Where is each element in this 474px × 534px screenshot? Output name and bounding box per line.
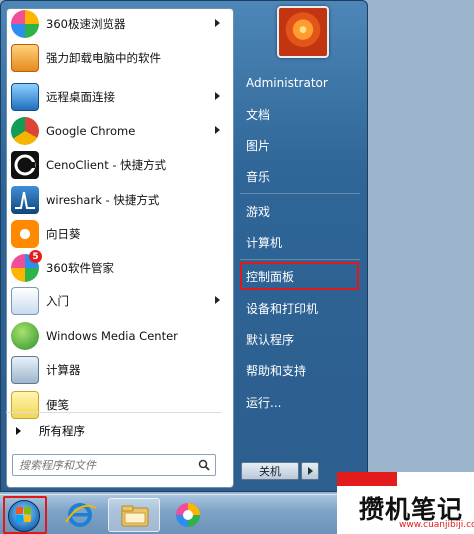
search-icon[interactable] bbox=[193, 455, 215, 475]
360-browser-icon bbox=[176, 503, 200, 527]
360-software-manager-icon: 5 bbox=[11, 250, 42, 282]
taskbar-explorer-button[interactable] bbox=[108, 498, 160, 532]
watermark-url: www.cuanjibiji.com bbox=[399, 520, 474, 530]
notification-badge: 5 bbox=[29, 250, 42, 263]
program-label: 计算器 bbox=[46, 363, 81, 377]
all-programs-label: 所有程序 bbox=[39, 424, 85, 438]
program-item[interactable]: wireshark - 快捷方式 bbox=[6, 184, 230, 216]
submenu-arrow-icon[interactable] bbox=[215, 92, 220, 100]
program-label: 强力卸载电脑中的软件 bbox=[46, 51, 161, 65]
expand-arrow-icon bbox=[16, 427, 21, 435]
program-item[interactable]: Windows Media Center bbox=[6, 320, 230, 352]
sunflower-icon bbox=[11, 220, 39, 248]
search-box[interactable] bbox=[12, 454, 216, 476]
right-item-computer[interactable]: 计算机 bbox=[240, 229, 362, 255]
shutdown-button[interactable]: 关机 bbox=[241, 462, 299, 480]
divider bbox=[6, 412, 222, 413]
program-label: 入门 bbox=[46, 294, 69, 308]
program-item[interactable]: 计算器 bbox=[6, 354, 230, 386]
shutdown-options-button[interactable] bbox=[301, 462, 319, 480]
program-item[interactable]: Google Chrome bbox=[6, 115, 230, 147]
program-item[interactable]: 向日葵 bbox=[6, 218, 230, 250]
program-item[interactable]: 便笺 bbox=[6, 389, 230, 421]
internet-explorer-icon bbox=[65, 503, 97, 527]
program-label: CenoClient - 快捷方式 bbox=[46, 158, 167, 172]
getting-started-icon bbox=[11, 287, 39, 315]
program-label: Google Chrome bbox=[46, 124, 136, 138]
right-item-help-support[interactable]: 帮助和支持 bbox=[240, 357, 362, 383]
program-label: 便笺 bbox=[46, 398, 69, 412]
program-item[interactable]: 360极速浏览器 bbox=[6, 8, 230, 40]
user-name[interactable]: Administrator bbox=[240, 70, 362, 96]
program-item[interactable]: 远程桌面连接 bbox=[6, 81, 230, 113]
submenu-arrow-icon[interactable] bbox=[215, 19, 220, 27]
wireshark-icon bbox=[11, 186, 39, 214]
program-item[interactable]: 强力卸载电脑中的软件 bbox=[6, 42, 230, 74]
program-label: 360软件管家 bbox=[46, 261, 114, 275]
folder-icon bbox=[121, 505, 149, 527]
program-label: wireshark - 快捷方式 bbox=[46, 193, 160, 207]
chrome-icon bbox=[11, 117, 39, 145]
right-item-run[interactable]: 运行... bbox=[240, 389, 362, 415]
watermark: 攒机笔记 www.cuanjibiji.com bbox=[337, 472, 474, 534]
user-avatar[interactable] bbox=[277, 6, 329, 58]
media-center-icon bbox=[11, 322, 39, 350]
right-item-music[interactable]: 音乐 bbox=[240, 163, 362, 189]
program-label: Windows Media Center bbox=[46, 329, 178, 343]
search-input[interactable] bbox=[19, 456, 193, 474]
taskbar-ie-button[interactable] bbox=[54, 498, 106, 532]
program-label: 360极速浏览器 bbox=[46, 17, 126, 31]
program-item[interactable]: 入门 bbox=[6, 285, 230, 317]
divider bbox=[240, 259, 360, 260]
360-browser-icon bbox=[11, 10, 39, 38]
cenoclient-icon bbox=[11, 151, 39, 179]
program-item[interactable]: 5 360软件管家 bbox=[6, 250, 230, 284]
taskbar-360-browser-button[interactable] bbox=[162, 498, 214, 532]
calculator-icon bbox=[11, 356, 39, 384]
right-item-default-programs[interactable]: 默认程序 bbox=[240, 326, 362, 352]
program-label: 向日葵 bbox=[46, 227, 81, 241]
all-programs-button[interactable]: 所有程序 bbox=[2, 420, 226, 442]
watermark-accent bbox=[337, 472, 397, 486]
right-item-pictures[interactable]: 图片 bbox=[240, 132, 362, 158]
program-item[interactable]: CenoClient - 快捷方式 bbox=[6, 149, 230, 181]
sticky-notes-icon bbox=[11, 391, 39, 419]
program-label: 远程桌面连接 bbox=[46, 90, 115, 104]
uninstall-icon bbox=[11, 44, 39, 72]
right-item-documents[interactable]: 文档 bbox=[240, 101, 362, 127]
remote-desktop-icon bbox=[11, 83, 39, 111]
divider bbox=[240, 193, 360, 194]
submenu-arrow-icon[interactable] bbox=[215, 296, 220, 304]
submenu-arrow-icon[interactable] bbox=[215, 126, 220, 134]
right-item-games[interactable]: 游戏 bbox=[240, 198, 362, 224]
start-button-highlight bbox=[3, 496, 47, 534]
right-item-devices-printers[interactable]: 设备和打印机 bbox=[240, 295, 362, 321]
control-panel-highlight bbox=[240, 262, 359, 290]
